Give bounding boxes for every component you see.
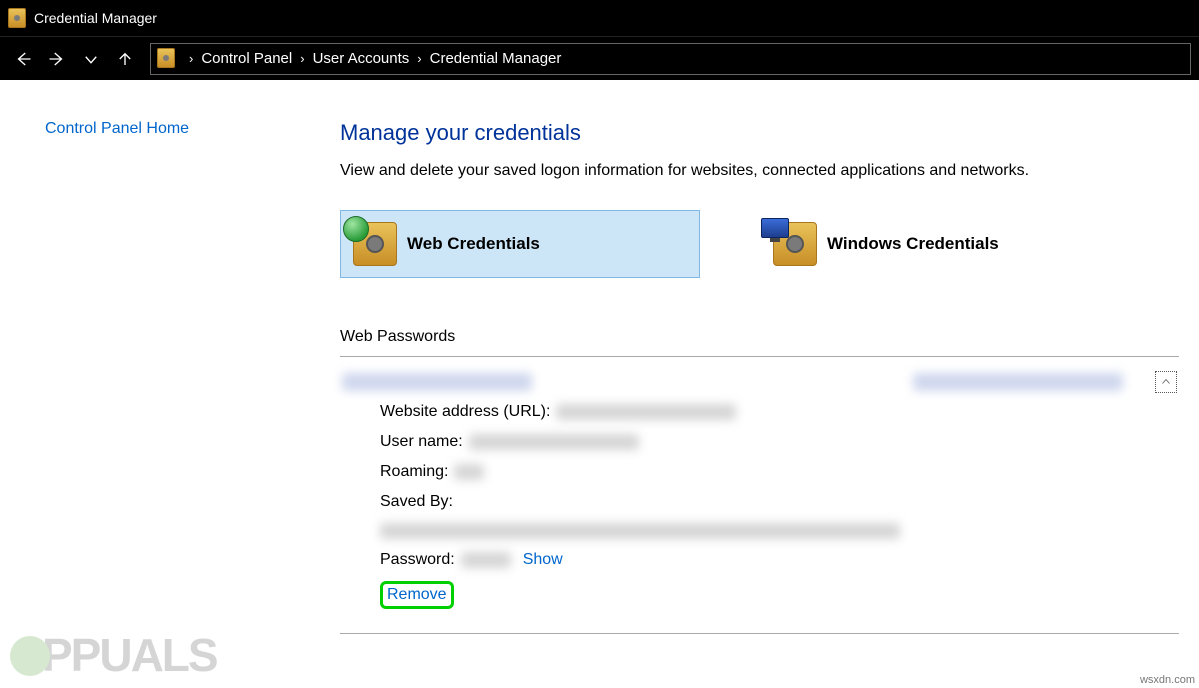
username-label: User name: <box>380 433 463 451</box>
windows-credentials-tile[interactable]: Windows Credentials <box>760 210 1120 278</box>
web-credentials-label: Web Credentials <box>407 234 540 254</box>
breadcrumb-credential-manager[interactable]: Credential Manager <box>428 48 564 69</box>
collapse-button[interactable] <box>1155 371 1177 393</box>
url-value-redacted <box>556 404 736 420</box>
remove-link[interactable]: Remove <box>387 586 447 603</box>
credential-details: Website address (URL): User name: Roamin… <box>340 403 1179 634</box>
chevron-right-icon[interactable]: › <box>411 51 427 66</box>
password-value-redacted <box>461 552 511 568</box>
window-icon <box>8 8 26 28</box>
main-panel: Manage your credentials View and delete … <box>320 100 1199 634</box>
web-passwords-heading: Web Passwords <box>340 328 1179 346</box>
savedby-value-redacted <box>380 523 900 539</box>
show-password-link[interactable]: Show <box>523 551 563 569</box>
navigation-bar: › Control Panel › User Accounts › Creden… <box>0 36 1199 80</box>
credential-type-tiles: Web Credentials Windows Credentials <box>340 210 1179 278</box>
address-bar[interactable]: › Control Panel › User Accounts › Creden… <box>150 43 1191 75</box>
page-heading: Manage your credentials <box>340 120 1179 146</box>
web-credentials-icon <box>353 222 397 266</box>
windows-credentials-label: Windows Credentials <box>827 234 999 254</box>
watermark-text: PPUALS <box>42 629 217 681</box>
recent-locations-button[interactable] <box>76 44 106 74</box>
breadcrumb-control-panel[interactable]: Control Panel <box>199 48 294 69</box>
attribution-text: wsxdn.com <box>1140 674 1195 686</box>
remove-highlight: Remove <box>380 581 454 609</box>
watermark-logo: PPUALS <box>0 622 227 688</box>
control-panel-home-link[interactable]: Control Panel Home <box>45 120 320 138</box>
username-value-redacted <box>469 434 639 450</box>
chevron-right-icon[interactable]: › <box>294 51 310 66</box>
chevron-right-icon[interactable]: › <box>183 51 199 66</box>
window-titlebar: Credential Manager <box>0 0 1199 36</box>
savedby-label: Saved By: <box>380 493 453 511</box>
windows-credentials-icon <box>773 222 817 266</box>
breadcrumb-user-accounts[interactable]: User Accounts <box>311 48 412 69</box>
content-area: Control Panel Home Manage your credentia… <box>0 80 1199 634</box>
back-button[interactable] <box>8 44 38 74</box>
forward-button[interactable] <box>42 44 72 74</box>
web-credentials-tile[interactable]: Web Credentials <box>340 210 700 278</box>
credential-user-redacted <box>913 373 1123 391</box>
roaming-value-redacted <box>454 464 484 480</box>
roaming-label: Roaming: <box>380 463 448 481</box>
page-subheading: View and delete your saved logon informa… <box>340 162 1179 180</box>
up-button[interactable] <box>110 44 140 74</box>
credential-site-redacted <box>342 373 532 391</box>
sidebar: Control Panel Home <box>0 100 320 634</box>
credential-entry-header[interactable] <box>340 365 1179 403</box>
address-bar-icon <box>157 48 177 70</box>
window-title: Credential Manager <box>34 10 157 26</box>
password-label: Password: <box>380 551 455 569</box>
divider <box>340 356 1179 357</box>
url-label: Website address (URL): <box>380 403 550 421</box>
